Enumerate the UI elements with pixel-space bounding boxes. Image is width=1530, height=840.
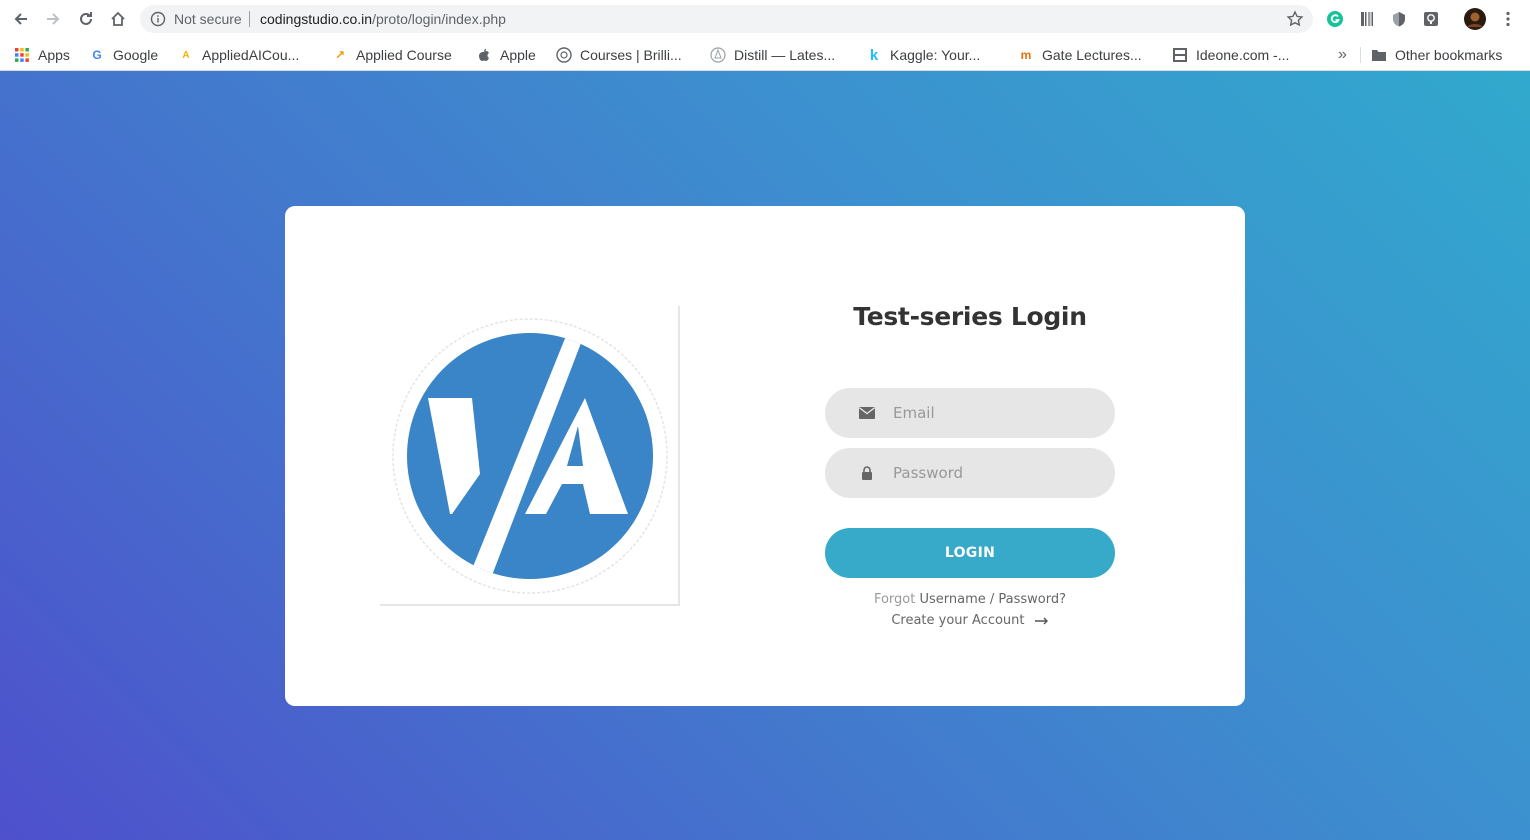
shield-icon xyxy=(1393,12,1405,27)
home-icon xyxy=(111,11,125,26)
bookmark-appliedai[interactable]: A AppliedAICou... xyxy=(178,43,299,67)
security-label: Not secure xyxy=(174,11,242,27)
browser-toolbar: Not secure codingstudio.co.in/proto/logi… xyxy=(0,0,1530,38)
bookmark-kaggle[interactable]: k Kaggle: Your... xyxy=(866,43,980,67)
email-input[interactable] xyxy=(893,388,1098,438)
create-account-row: Create your Account xyxy=(825,613,1115,628)
address-bar[interactable]: Not secure codingstudio.co.in/proto/logi… xyxy=(140,5,1313,33)
barcode-icon xyxy=(1361,12,1373,26)
grammarly-icon xyxy=(1327,11,1343,27)
login-card: Test-series Login LOGIN Forgot Username … xyxy=(285,206,1245,706)
url-host: codingstudio.co.in xyxy=(260,11,373,27)
bookmark-apple[interactable]: Apple xyxy=(476,43,536,67)
bookmark-label: Applied Course xyxy=(356,47,452,63)
appliedai-icon: A xyxy=(182,49,190,61)
bookmark-label: Apps xyxy=(38,47,70,63)
apps-grid-icon xyxy=(15,48,29,62)
barcode-extension[interactable] xyxy=(1356,8,1378,30)
lastpass-extension[interactable] xyxy=(1420,8,1442,30)
bookmark-label: Courses | Brilli... xyxy=(580,47,682,63)
profile-avatar[interactable] xyxy=(1464,8,1486,30)
other-bookmarks-folder[interactable]: Other bookmarks xyxy=(1371,43,1502,67)
bookmark-label: Google xyxy=(113,47,159,63)
url-path: /proto/login/index.php xyxy=(372,11,506,27)
forward-button[interactable] xyxy=(42,8,64,30)
gate-lectures-icon: m xyxy=(1020,48,1032,62)
apple-icon xyxy=(479,48,489,61)
forgot-credentials-link[interactable]: Username / Password? xyxy=(919,592,1066,607)
bookmark-apps[interactable]: Apps xyxy=(14,43,70,67)
bookmark-brilliant[interactable]: Courses | Brilli... xyxy=(556,43,682,67)
bookmark-label: AppliedAICou... xyxy=(202,47,300,63)
bookmark-star-icon[interactable] xyxy=(1286,10,1304,28)
envelope-icon xyxy=(858,404,876,422)
forgot-prefix: Forgot xyxy=(873,592,916,607)
reload-icon xyxy=(80,12,92,25)
email-field-wrapper xyxy=(825,388,1115,438)
other-bookmarks-label: Other bookmarks xyxy=(1395,47,1503,63)
omnibox-divider xyxy=(249,11,250,27)
browser-menu-button[interactable] xyxy=(1497,8,1519,30)
va-logo-icon xyxy=(392,318,668,594)
avatar-icon xyxy=(1464,8,1486,30)
login-button[interactable]: LOGIN xyxy=(825,528,1115,578)
url-text[interactable]: codingstudio.co.in/proto/login/index.php xyxy=(260,11,506,27)
back-arrow-icon xyxy=(14,13,27,25)
password-field-wrapper xyxy=(825,448,1115,498)
password-input[interactable] xyxy=(893,448,1098,498)
arrow-right-icon[interactable] xyxy=(1034,617,1049,625)
bookmark-label: Gate Lectures... xyxy=(1042,47,1142,63)
applied-course-icon: ↗ xyxy=(334,48,346,62)
forgot-credentials-row: Forgot Username / Password? xyxy=(825,592,1115,607)
bookmark-label: Kaggle: Your... xyxy=(890,47,981,63)
shield-extension[interactable] xyxy=(1388,8,1410,30)
bookmark-ideone[interactable]: Ideone.com -... xyxy=(1172,43,1289,67)
site-logo xyxy=(380,306,680,606)
bookmark-distill[interactable]: Distill — Lates... xyxy=(710,43,835,67)
google-icon: G xyxy=(92,48,102,62)
bookmarks-bar: Apps G Google A AppliedAICou... ↗ Applie… xyxy=(0,38,1530,71)
bookmark-label: Ideone.com -... xyxy=(1196,47,1290,63)
lightbulb-icon xyxy=(1424,12,1438,26)
kebab-menu-icon xyxy=(1506,11,1510,27)
bookmarks-divider xyxy=(1360,47,1361,63)
create-account-link[interactable]: Create your Account xyxy=(891,613,1024,628)
back-button[interactable] xyxy=(10,8,32,30)
bookmark-gate-lectures[interactable]: m Gate Lectures... xyxy=(1018,43,1142,67)
bookmarks-overflow-button[interactable]: » xyxy=(1338,43,1347,67)
brilliant-icon xyxy=(556,47,572,63)
grammarly-extension[interactable] xyxy=(1324,8,1346,30)
forward-arrow-icon xyxy=(47,13,60,25)
ideone-icon xyxy=(1173,48,1187,62)
home-button[interactable] xyxy=(107,8,129,30)
bookmark-applied-course[interactable]: ↗ Applied Course xyxy=(332,43,452,67)
info-icon[interactable] xyxy=(150,11,166,27)
kaggle-icon: k xyxy=(869,46,879,64)
lock-icon xyxy=(858,464,876,482)
folder-icon xyxy=(1372,50,1386,61)
bookmark-label: Distill — Lates... xyxy=(734,47,836,63)
bookmark-label: Apple xyxy=(500,47,536,63)
bookmark-google[interactable]: G Google xyxy=(89,43,158,67)
distill-icon xyxy=(710,47,726,63)
page-title: Test-series Login xyxy=(853,302,1087,331)
login-page-background: Test-series Login LOGIN Forgot Username … xyxy=(0,71,1530,840)
reload-button[interactable] xyxy=(75,8,97,30)
